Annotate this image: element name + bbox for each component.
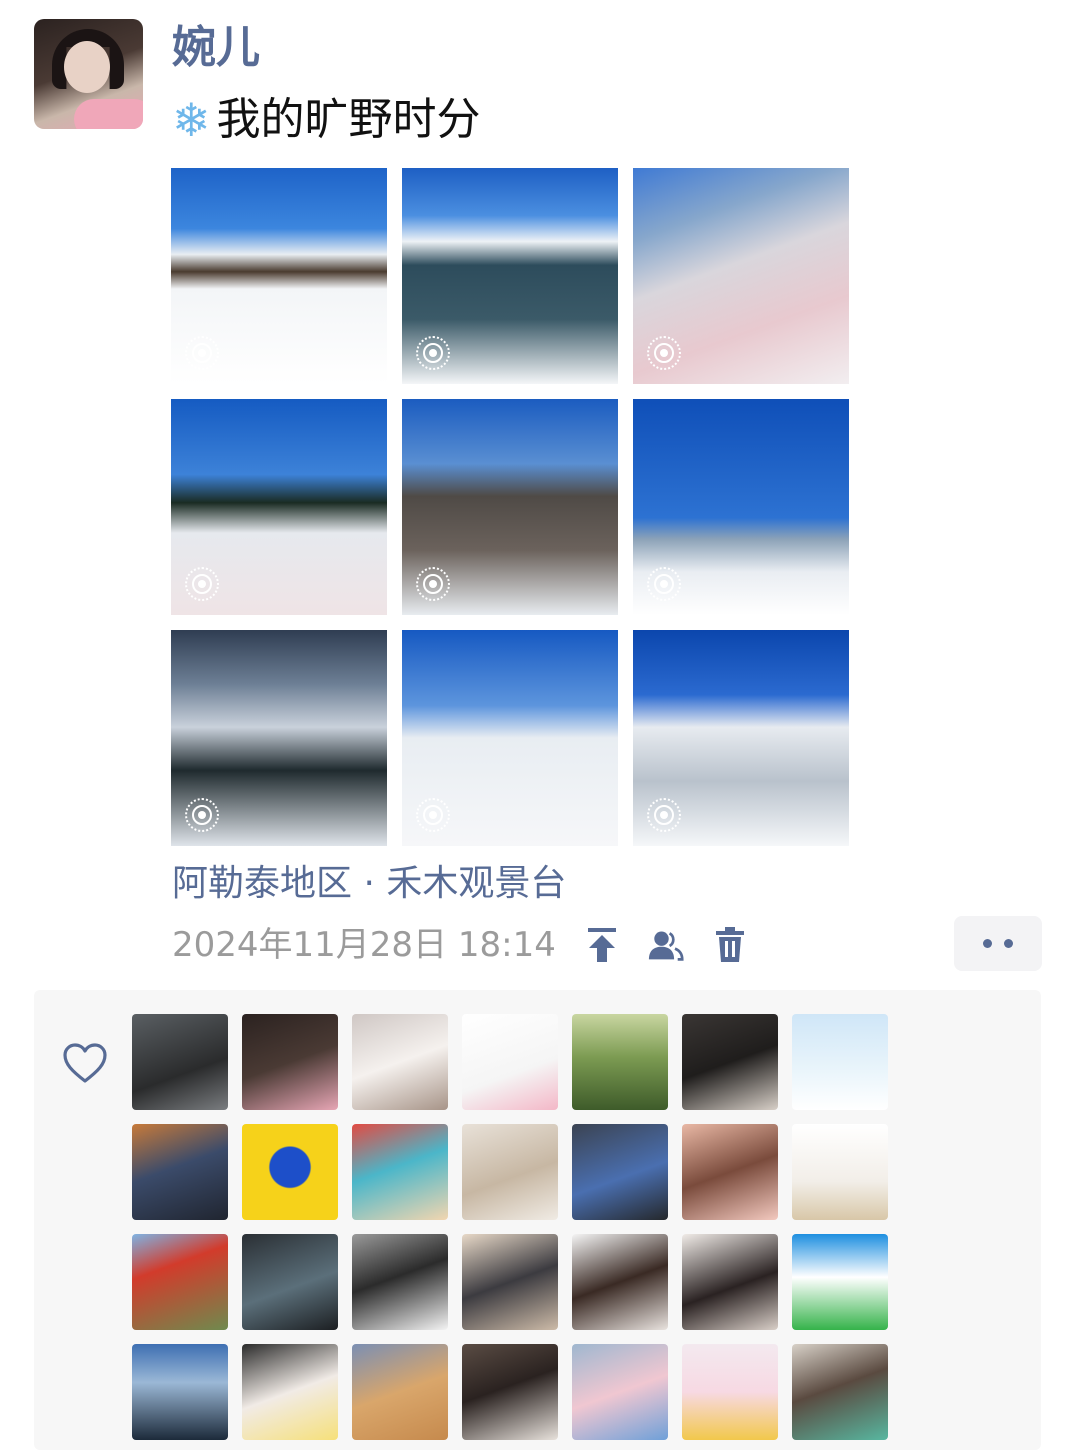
heart-icon [63,1043,107,1083]
photo-hemu-stone[interactable] [402,399,618,615]
photo-snow-mountain[interactable] [633,630,849,846]
poster-avatar[interactable] [34,19,143,129]
liker-avatar-19[interactable] [572,1234,668,1330]
photo-snow-cabins[interactable] [171,168,387,384]
post-text-content: 我的旷野时分 [216,94,481,145]
liker-avatar-12[interactable] [572,1124,668,1220]
avatar-sweater [74,99,143,129]
liker-avatar-grid [132,1014,888,1440]
live-photo-icon [647,567,681,601]
more-actions-button[interactable] [954,916,1042,971]
liker-avatar-23[interactable] [242,1344,338,1440]
more-dot-icon [983,939,992,948]
delete-trash-icon[interactable] [712,925,748,965]
live-photo-icon [416,798,450,832]
avatar-face [64,41,110,93]
liker-avatar-27[interactable] [682,1344,778,1440]
live-photo-icon [416,336,450,370]
liker-avatar-3[interactable] [352,1014,448,1110]
more-dot-icon [1004,939,1013,948]
liker-avatar-28[interactable] [792,1344,888,1440]
liker-avatar-11[interactable] [462,1124,558,1220]
liker-avatar-13[interactable] [682,1124,778,1220]
liker-avatar-2[interactable] [242,1014,338,1110]
liker-avatar-26[interactable] [572,1344,668,1440]
liker-avatar-21[interactable] [792,1234,888,1330]
liker-avatar-1[interactable] [132,1014,228,1110]
liker-avatar-20[interactable] [682,1234,778,1330]
location-link[interactable]: 阿勒泰地区 · 禾木观景台 [172,860,566,908]
poster-name[interactable]: 婉儿 [172,22,260,74]
liker-avatar-7[interactable] [792,1014,888,1110]
liker-avatar-8[interactable] [132,1124,228,1220]
liker-avatar-10[interactable] [352,1124,448,1220]
liker-avatar-4[interactable] [462,1014,558,1110]
liker-avatar-15[interactable] [132,1234,228,1330]
likes-panel [34,990,1041,1450]
liker-avatar-17[interactable] [352,1234,448,1330]
post-timestamp: 2024年11月28日 18:14 [172,925,556,965]
post-meta-row: 2024年11月28日 18:14 [172,920,748,970]
liker-avatar-25[interactable] [462,1344,558,1440]
live-photo-icon [185,798,219,832]
photo-swing[interactable] [633,399,849,615]
liker-avatar-6[interactable] [682,1014,778,1110]
snowflake-icon: ❄ [172,93,211,147]
photo-swing-girl[interactable] [402,630,618,846]
live-photo-icon [647,336,681,370]
liker-avatar-9[interactable] [242,1124,338,1220]
liker-avatar-5[interactable] [572,1014,668,1110]
liker-avatar-24[interactable] [352,1344,448,1440]
liker-avatar-22[interactable] [132,1344,228,1440]
photo-fence-selfie[interactable] [171,399,387,615]
pin-to-top-icon[interactable] [584,925,620,965]
liker-avatar-16[interactable] [242,1234,338,1330]
liker-avatar-14[interactable] [792,1124,888,1220]
post-text: ❄ 我的旷野时分 [172,92,481,148]
visibility-people-icon[interactable] [648,925,684,965]
liker-avatar-18[interactable] [462,1234,558,1330]
live-photo-icon [185,336,219,370]
photo-grid [171,168,849,846]
live-photo-icon [185,567,219,601]
photo-river[interactable] [402,168,618,384]
photo-selfie-pink[interactable] [633,168,849,384]
live-photo-icon [416,567,450,601]
photo-frosted-trees[interactable] [171,630,387,846]
live-photo-icon [647,798,681,832]
